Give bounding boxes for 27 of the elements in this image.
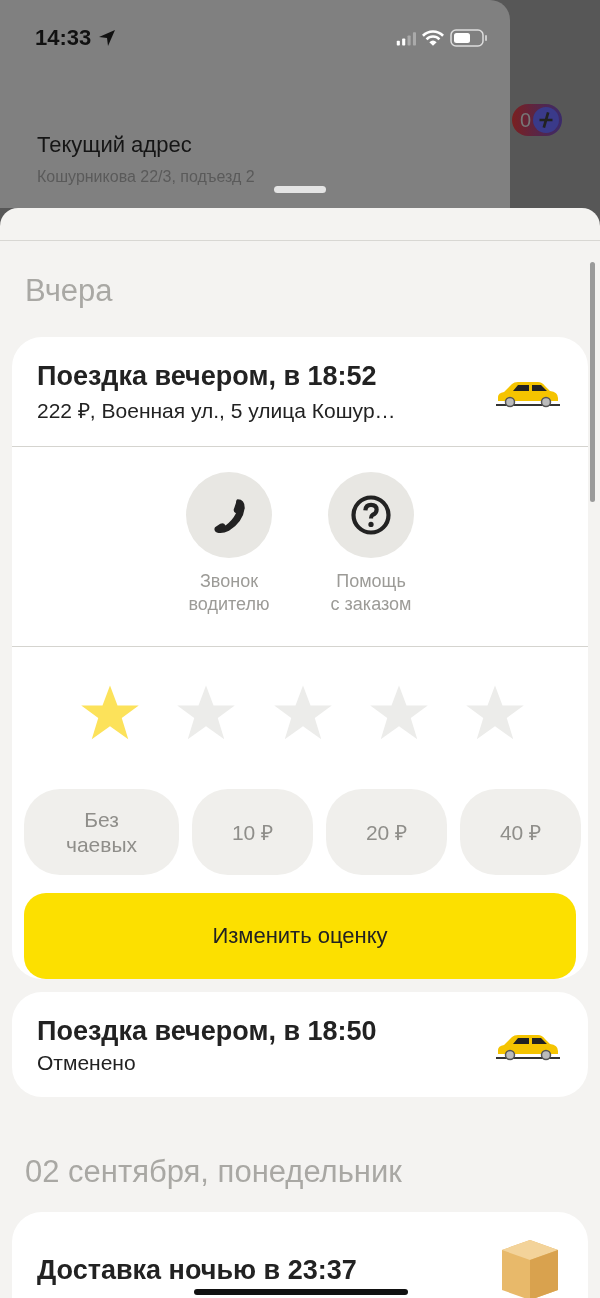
action-label: Звонок водителю — [188, 570, 270, 616]
address-title: Текущий адрес — [37, 132, 193, 158]
order-title: Доставка ночью в 23:37 — [37, 1254, 358, 1286]
wifi-icon — [422, 29, 444, 47]
location-arrow-icon — [97, 28, 118, 48]
tip-option[interactable]: 10 ₽ — [192, 789, 313, 875]
change-rating-button[interactable]: Изменить оценку — [24, 893, 576, 979]
action-label: Помощь с заказом — [330, 570, 412, 616]
tip-option[interactable]: 20 ₽ — [326, 789, 447, 875]
section-heading: 02 сентября, понедельник — [24, 1153, 403, 1191]
order-title: Поездка вечером, в 18:52 — [37, 361, 378, 392]
battery-icon — [450, 29, 488, 47]
tip-option[interactable]: Без чаевых — [24, 789, 179, 875]
points-badge[interactable]: 0 — [512, 104, 563, 136]
order-card[interactable]: Поездка вечером, в 18:50 Отменено — [12, 992, 588, 1097]
plus-icon — [533, 107, 560, 133]
help-icon — [350, 494, 392, 536]
order-details: 222 ₽, Военная ул., 5 улица Кошур… — [37, 398, 397, 424]
order-card[interactable]: Поездка вечером, в 18:52 222 ₽, Военная ул., 5 улица Кошур… Звонок водителю Помощь с заказом Без чаевых 10 ₽ 20 ₽ 40 ₽ Изменить оценку — [12, 337, 588, 979]
section-heading: Вчера — [24, 272, 114, 310]
order-details: Отменено — [37, 1051, 137, 1075]
order-card[interactable]: Доставка ночью в 23:37 — [12, 1212, 588, 1298]
status-time: 14:33 — [35, 25, 92, 51]
sheet-grabber[interactable] — [274, 186, 326, 193]
signal-icon — [396, 30, 416, 46]
order-title: Поездка вечером, в 18:50 — [37, 1016, 378, 1047]
tip-option[interactable]: 40 ₽ — [460, 789, 581, 875]
